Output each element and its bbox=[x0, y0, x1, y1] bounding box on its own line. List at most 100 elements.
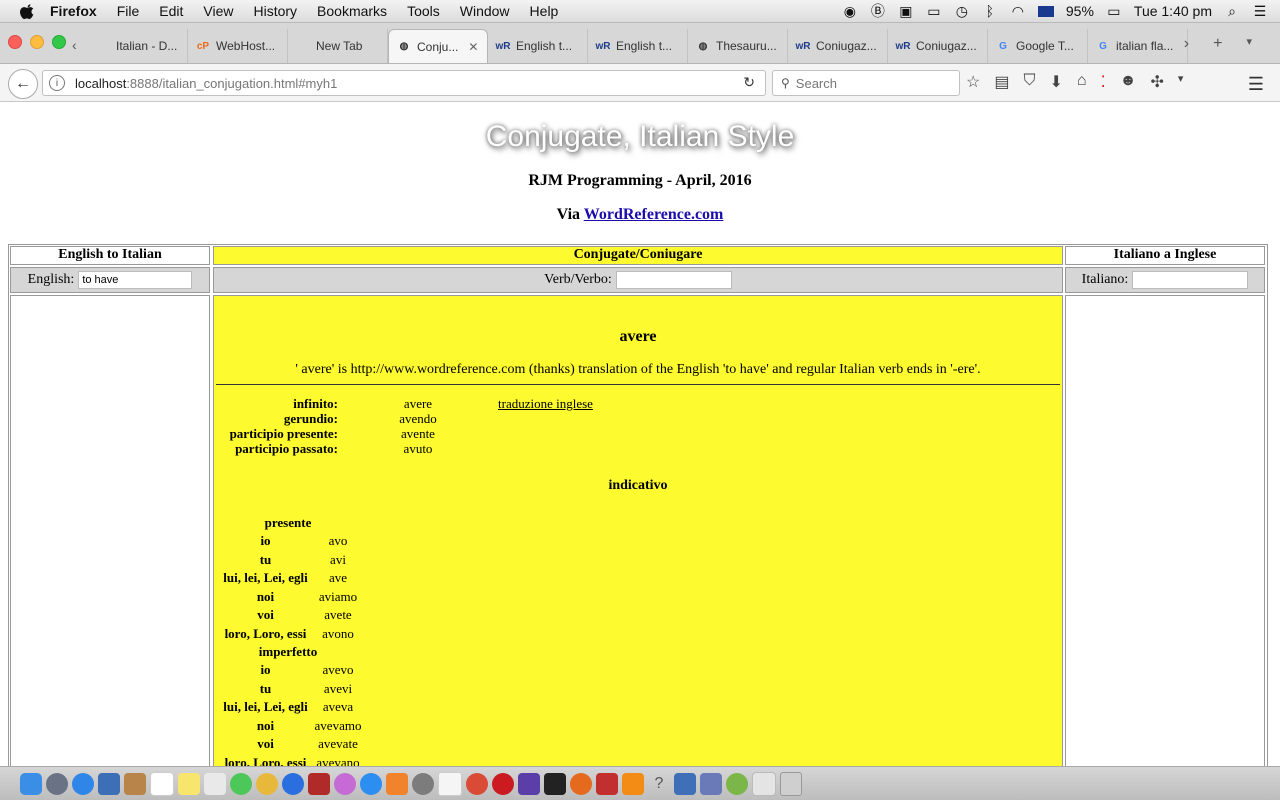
ibooks-icon[interactable] bbox=[386, 772, 408, 795]
battery-percent[interactable]: 95% bbox=[1066, 3, 1094, 19]
tab-item-active[interactable]: ◍ Conju... ✕ bbox=[388, 29, 488, 63]
launchpad-icon[interactable] bbox=[46, 772, 68, 795]
extension-dots-icon[interactable]: ⁚ bbox=[1101, 72, 1106, 92]
app-store-icon[interactable] bbox=[360, 772, 382, 795]
tab-scroll-right-icon[interactable]: › bbox=[1184, 35, 1189, 53]
reload-icon[interactable]: ↻ bbox=[743, 74, 755, 91]
pocket-icon[interactable]: ⛉ bbox=[1023, 72, 1035, 92]
downloads-stack-icon[interactable] bbox=[752, 771, 776, 796]
site-info-icon[interactable]: i bbox=[49, 75, 65, 91]
pronoun: voi bbox=[257, 736, 274, 751]
list-all-tabs-icon[interactable]: ▾ bbox=[1246, 35, 1252, 53]
spotlight-icon[interactable]: ⌕ bbox=[1224, 3, 1240, 19]
menu-tools[interactable]: Tools bbox=[407, 3, 440, 19]
menu-view[interactable]: View bbox=[203, 3, 233, 19]
home-icon[interactable]: ⌂ bbox=[1077, 72, 1087, 92]
android-icon[interactable] bbox=[726, 772, 748, 795]
tab-item[interactable]: New Tab bbox=[288, 29, 388, 63]
wifi-icon[interactable]: ◠ bbox=[1010, 3, 1026, 19]
notes-icon[interactable] bbox=[124, 772, 146, 795]
textedit-icon[interactable] bbox=[438, 771, 462, 796]
tab-scroll-left-icon[interactable]: ‹ bbox=[72, 37, 77, 53]
header-english-to-italian: English to Italian bbox=[10, 246, 210, 265]
filezilla-icon[interactable] bbox=[596, 772, 618, 795]
tab-item[interactable]: ◍ Thesauru... bbox=[688, 29, 788, 63]
bookmark-star-icon[interactable]: ☆ bbox=[966, 72, 980, 92]
photo-booth-icon[interactable] bbox=[308, 772, 330, 795]
menu-window[interactable]: Window bbox=[460, 3, 510, 19]
status-b-icon[interactable]: Ⓑ bbox=[870, 3, 886, 19]
menu-help[interactable]: Help bbox=[530, 3, 559, 19]
menu-file[interactable]: File bbox=[117, 3, 140, 19]
flag-icon[interactable] bbox=[1037, 5, 1054, 17]
menu-bookmarks[interactable]: Bookmarks bbox=[317, 3, 387, 19]
conj-row: lui, lei, Lei, egli ave bbox=[218, 569, 363, 588]
airplay-icon[interactable]: ▭ bbox=[926, 3, 942, 19]
conj-row: io avo bbox=[218, 532, 363, 551]
english-input[interactable] bbox=[78, 271, 193, 289]
virtualbox-icon[interactable] bbox=[674, 772, 696, 795]
globe-icon: ◍ bbox=[698, 40, 708, 52]
calendar-icon[interactable] bbox=[150, 771, 174, 796]
tab-item[interactable]: G Google T... bbox=[988, 29, 1088, 63]
search-bar[interactable]: ⚲ Search bbox=[772, 70, 960, 96]
preview-icon[interactable] bbox=[98, 772, 120, 795]
close-window-button[interactable] bbox=[8, 35, 22, 49]
back-button[interactable]: ← bbox=[8, 69, 38, 99]
url-bar[interactable]: i localhost:8888/italian_conjugation.htm… bbox=[42, 70, 766, 96]
php-icon[interactable] bbox=[700, 772, 722, 795]
tab-item[interactable]: wR Coniugaz... bbox=[888, 29, 988, 63]
menu-app-firefox[interactable]: Firefox bbox=[50, 3, 97, 19]
chrome-app-icon[interactable] bbox=[256, 772, 278, 795]
status-audio-icon[interactable]: ▣ bbox=[898, 3, 914, 19]
star-app-icon[interactable] bbox=[518, 772, 540, 795]
url-text[interactable]: localhost:8888/italian_conjugation.html#… bbox=[75, 76, 337, 91]
tab-controls: › + ▾ bbox=[1184, 35, 1252, 53]
italiano-input[interactable] bbox=[1132, 271, 1249, 289]
messages-icon[interactable] bbox=[230, 772, 252, 795]
tab-item[interactable]: Italian - D... bbox=[88, 29, 188, 63]
menu-edit[interactable]: Edit bbox=[159, 3, 183, 19]
menu-history[interactable]: History bbox=[253, 3, 297, 19]
system-preferences-icon[interactable] bbox=[412, 772, 434, 795]
reading-list-icon[interactable]: ▤ bbox=[994, 72, 1009, 92]
tab-item[interactable]: Gitalian fla... bbox=[1088, 29, 1188, 63]
photos-icon[interactable] bbox=[204, 772, 226, 795]
translation-link[interactable]: traduzione inglese bbox=[498, 396, 593, 411]
firefox-icon[interactable] bbox=[570, 772, 592, 795]
emoji-icon[interactable]: ☻ bbox=[1120, 72, 1137, 92]
status-app-icon[interactable]: ◉ bbox=[842, 3, 858, 19]
tab-item[interactable]: wR Coniugaz... bbox=[788, 29, 888, 63]
mood-heading: indicativo bbox=[608, 478, 668, 493]
extension-icon[interactable]: ✣ bbox=[1151, 72, 1164, 92]
wordreference-link[interactable]: WordReference.com bbox=[584, 206, 724, 223]
time-machine-icon[interactable]: ◷ bbox=[954, 3, 970, 19]
vlc-icon[interactable] bbox=[622, 772, 644, 795]
minimize-window-button[interactable] bbox=[30, 35, 44, 49]
menu-hamburger-icon[interactable]: ☰ bbox=[1248, 74, 1264, 95]
finder-icon[interactable] bbox=[20, 772, 42, 795]
verb-input[interactable] bbox=[615, 271, 732, 289]
google-chrome-icon[interactable] bbox=[466, 772, 488, 795]
help-icon[interactable]: ? bbox=[648, 773, 670, 795]
itunes-icon[interactable] bbox=[334, 772, 356, 795]
zoom-window-button[interactable] bbox=[52, 35, 66, 49]
safari-icon[interactable] bbox=[72, 772, 94, 795]
terminal-icon[interactable] bbox=[544, 772, 566, 795]
battery-icon[interactable]: ▭ bbox=[1106, 3, 1122, 19]
tab-item[interactable]: wR English t... bbox=[488, 29, 588, 63]
downloads-icon[interactable]: ⬇ bbox=[1049, 72, 1062, 92]
tab-item[interactable]: wR English t... bbox=[588, 29, 688, 63]
trash-icon[interactable] bbox=[780, 771, 802, 796]
notification-center-icon[interactable]: ☰ bbox=[1252, 3, 1268, 19]
clock[interactable]: Tue 1:40 pm bbox=[1134, 3, 1212, 19]
facetime-icon[interactable] bbox=[282, 772, 304, 795]
close-tab-icon[interactable]: ✕ bbox=[468, 40, 478, 54]
bluetooth-icon[interactable]: ᛒ bbox=[982, 3, 998, 19]
tab-item[interactable]: cP WebHost... bbox=[188, 29, 288, 63]
apple-icon[interactable] bbox=[18, 2, 36, 20]
overflow-chevron-icon[interactable]: ▾ bbox=[1178, 72, 1184, 92]
opera-icon[interactable] bbox=[492, 772, 514, 795]
stickies-icon[interactable] bbox=[178, 772, 200, 795]
new-tab-icon[interactable]: + bbox=[1213, 35, 1222, 53]
